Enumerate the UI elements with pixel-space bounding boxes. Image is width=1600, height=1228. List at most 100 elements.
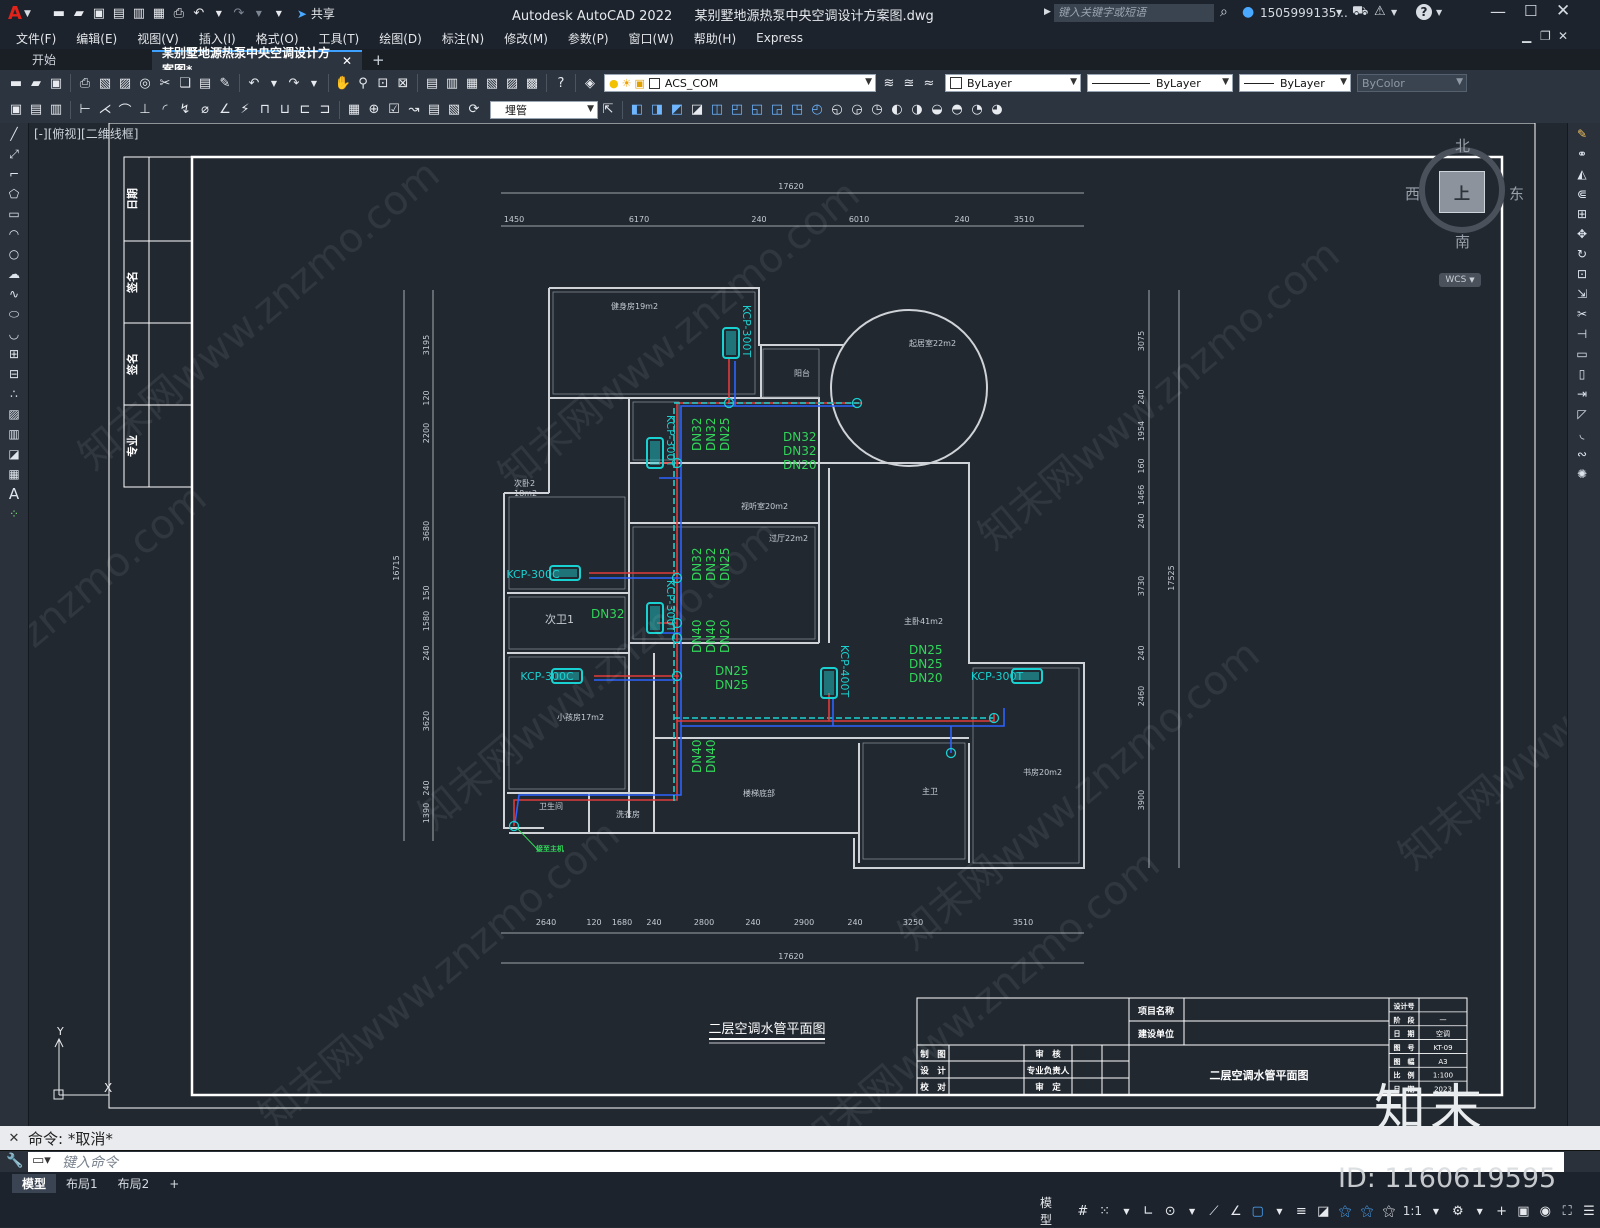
calculator-icon[interactable]: ▩ [523,74,541,92]
menu-item[interactable]: 绘图(D) [369,30,432,47]
insert-block-icon[interactable]: ⊞ [3,345,25,363]
jogged-linear-icon[interactable]: ↝ [405,101,423,119]
arc-icon[interactable]: ◠ [3,225,25,243]
dim-radius-icon[interactable]: ◜ [156,101,174,119]
autocad-logo[interactable]: A [8,3,22,24]
save-icon[interactable]: ▣ [47,74,65,92]
new-tab-button[interactable]: + [362,50,395,70]
dim-baseline-icon[interactable]: ⊓ [256,101,274,119]
spline-icon[interactable]: ∿ [3,285,25,303]
quick-dim-icon[interactable]: ⚡ [236,101,254,119]
layout-tab[interactable]: 布局2 [108,1174,160,1193]
tab-start[interactable]: 开始 [0,50,152,70]
menu-item[interactable]: 帮助(H) [684,30,746,47]
open-file-icon[interactable]: ▰ [70,5,88,23]
dim-text-edit-icon[interactable]: ▧ [445,101,463,119]
add-selected-icon[interactable]: ⁘ [3,505,25,523]
array-icon[interactable]: ⊞ [1571,205,1593,223]
isolate-icon[interactable]: ◉ [1535,1201,1555,1221]
hardware-accel-icon[interactable]: ▣ [1513,1201,1533,1221]
dim-jogged-icon[interactable]: ↯ [176,101,194,119]
a360-icon[interactable]: ⚠ [1374,4,1386,19]
loft-icon[interactable]: ◴ [808,101,826,119]
gradient-icon[interactable]: ▥ [3,425,25,443]
dim-diameter-icon[interactable]: ⌀ [196,101,214,119]
plot-icon[interactable]: ⎙ [76,74,94,92]
undo-icon[interactable]: ↶ [190,5,208,23]
search-input[interactable]: 键入关键字或短语 [1054,4,1214,22]
minimize-icon[interactable]: — [1490,2,1506,21]
help-dropdown-icon[interactable]: ▼ [1436,8,1442,17]
zoom-realtime-icon[interactable]: ⚲ [354,74,372,92]
menu-item[interactable]: 修改(M) [494,30,558,47]
scale-icon[interactable]: ⊡ [1571,265,1593,283]
linetype-dropdown[interactable]: ByLayer ▼ [1087,74,1233,92]
add-layout-button[interactable]: + [159,1176,189,1192]
move-icon[interactable]: ✥ [1571,225,1593,243]
dim-edit-icon[interactable]: ▤ [425,101,443,119]
snap-icon[interactable]: ⁙ [1095,1201,1115,1221]
undo-dropdown-icon[interactable]: ▼ [210,5,228,23]
add-icon[interactable]: + [1492,1201,1512,1221]
plot-preview-icon[interactable]: ▧ [96,74,114,92]
osnap-icon[interactable]: ▢ [1248,1201,1268,1221]
auto-scale-icon[interactable]: ⚝ [1357,1201,1377,1221]
pipe-style-dropdown[interactable]: 埋管 ▼ [490,100,598,119]
make-block-icon[interactable]: ⊟ [3,365,25,383]
wcs-menu[interactable]: WCS ▼ [1439,273,1481,287]
app-menu-arrow-icon[interactable]: ▼ [24,9,31,19]
publish-icon[interactable]: ▨ [116,74,134,92]
solid-box-icon[interactable]: ◧ [628,101,646,119]
layer-dropdown[interactable]: ● ☀ ▣ ACS_COM ▼ [604,74,876,92]
new-file-icon[interactable]: ▬ [50,5,68,23]
tab-drawing[interactable]: 某别墅地源热泵中央空调设计方案图* ✕ [152,46,362,77]
sweep-icon[interactable]: ◳ [788,101,806,119]
doc-restore-icon[interactable]: ❐ [1540,29,1551,43]
a360-dropdown-icon[interactable]: ▼ [1391,8,1397,17]
offset-icon[interactable]: ⋐ [1571,185,1593,203]
polygon-icon[interactable]: ⬠ [3,185,25,203]
union-icon[interactable]: ◵ [828,101,846,119]
rectangle-icon[interactable]: ▭ [3,205,25,223]
viewcube-south[interactable]: 南 [1455,231,1470,252]
viewcube-west[interactable]: 西 [1405,183,1420,204]
print-icon[interactable]: ⎙ [170,5,188,23]
sheet-set-icon[interactable]: ▧ [483,74,501,92]
lineweight-icon[interactable]: ≡ [1291,1201,1311,1221]
viewcube-east[interactable]: 东 [1509,183,1524,204]
search-expand-icon[interactable]: ▶ [1044,7,1051,17]
section-icon[interactable]: ◑ [908,101,926,119]
circle-icon[interactable]: ○ [3,245,25,263]
open-icon[interactable]: ▰ [27,74,45,92]
osnap-dropdown-icon[interactable]: ▼ [1270,1201,1290,1221]
3d-print-icon[interactable]: ◎ [136,74,154,92]
explode-icon[interactable]: ✺ [1571,465,1593,483]
subtract-icon[interactable]: ◶ [848,101,866,119]
polar-icon[interactable]: ⊙ [1160,1201,1180,1221]
solid-torus-icon[interactable]: ◰ [728,101,746,119]
dim-arc-icon[interactable]: ⌒ [116,101,134,119]
ortho-icon[interactable]: ∟ [1138,1201,1158,1221]
command-prompt-icon[interactable]: ▭▾ [32,1153,51,1168]
revision-cloud-icon[interactable]: ☁ [3,265,25,283]
help-icon[interactable]: ? [1416,4,1432,20]
polar-dropdown-icon[interactable]: ▼ [1182,1201,1202,1221]
point-icon[interactable]: ∴ [3,385,25,403]
search-icon[interactable]: ⌕ [1220,4,1228,20]
redo-icon[interactable]: ↷ [285,74,303,92]
break-at-point-icon[interactable]: ▭ [1571,345,1593,363]
customize-qat-icon[interactable]: ▼ [270,5,288,23]
copy-icon[interactable]: ❏ [176,74,194,92]
viewcube-north[interactable]: 北 [1455,135,1470,156]
mirror-icon[interactable]: ◭ [1571,165,1593,183]
trim-icon[interactable]: ✂ [1571,305,1593,323]
intersect-icon[interactable]: ◷ [868,101,886,119]
tool-palettes-icon[interactable]: ▦ [463,74,481,92]
inspect-icon[interactable]: ☑ [385,101,403,119]
new-icon[interactable]: ▬ [7,74,25,92]
publish-icon[interactable]: ▥ [130,5,148,23]
rotate-icon[interactable]: ↻ [1571,245,1593,263]
design-center-icon[interactable]: ▥ [443,74,461,92]
snap-dropdown-icon[interactable]: ▼ [1117,1201,1137,1221]
layer-previous-icon[interactable]: ≈ [920,74,938,92]
